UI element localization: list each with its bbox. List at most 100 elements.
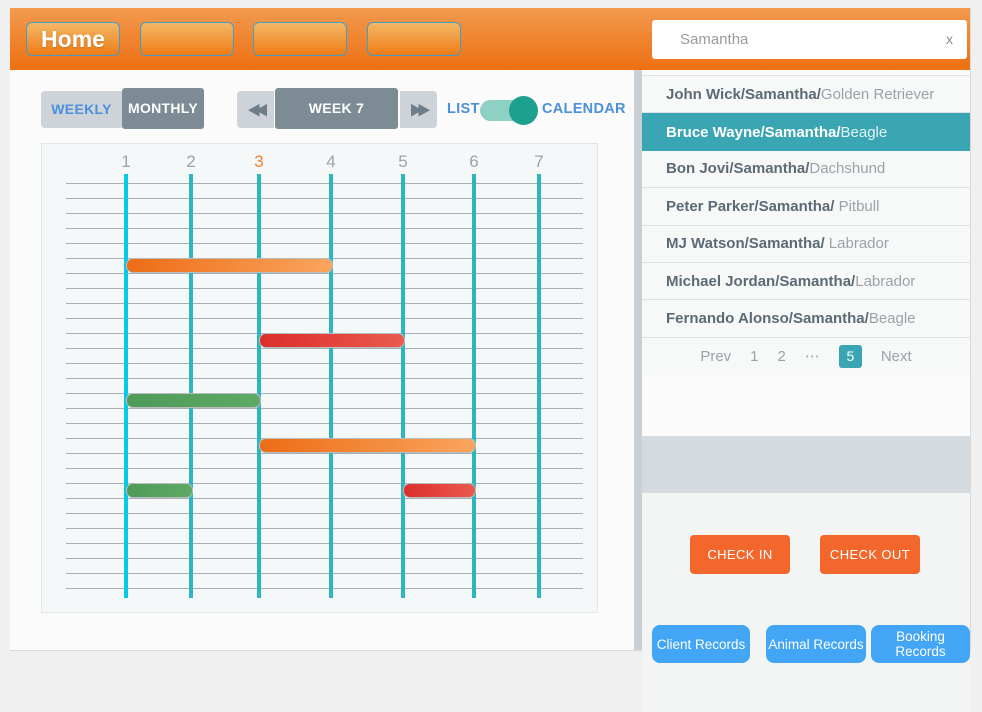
day-line-3 — [257, 174, 261, 598]
search-results-list: John Wick/Samantha/Golden RetrieverBruce… — [642, 75, 970, 375]
result-owner: MJ Watson/Samantha/ — [666, 235, 825, 252]
result-pet: Beagle — [841, 124, 888, 141]
day-label-2: 2 — [181, 152, 201, 172]
day-label-7: 7 — [529, 152, 549, 172]
result-pet: Dachshund — [809, 160, 885, 177]
gridline — [66, 213, 583, 214]
day-line-5 — [401, 174, 405, 598]
result-owner: Fernando Alonso/Samantha/ — [666, 310, 869, 327]
result-owner: Bruce Wayne/Samantha/ — [666, 124, 841, 141]
day-label-6: 6 — [464, 152, 484, 172]
weekly-tab[interactable]: WEEKLY — [41, 91, 122, 128]
nav-button-home[interactable]: Home — [26, 22, 120, 56]
double-left-arrow-icon: ◀◀ — [248, 89, 263, 130]
gridline — [66, 228, 583, 229]
day-line-6 — [472, 174, 476, 598]
list-label: LIST — [447, 101, 480, 117]
toggle-knob — [509, 96, 538, 125]
gridline — [66, 273, 583, 274]
day-line-2 — [189, 174, 193, 598]
gridline — [66, 303, 583, 304]
gridline — [66, 183, 583, 184]
pagination-prev[interactable]: Prev — [700, 348, 731, 365]
pagination-page-1[interactable]: 1 — [750, 348, 758, 365]
day-line-1 — [124, 174, 128, 598]
day-label-4: 4 — [321, 152, 341, 172]
check-in-button[interactable]: CHECK IN — [690, 535, 790, 574]
result-owner: Michael Jordan/Samantha/ — [666, 273, 855, 290]
list-calendar-toggle[interactable] — [480, 100, 534, 121]
search-clear-icon[interactable]: x — [946, 20, 953, 59]
gridline — [66, 453, 583, 454]
gridline — [66, 588, 583, 589]
gridline — [66, 528, 583, 529]
result-item[interactable]: MJ Watson/Samantha/ Labrador — [642, 226, 970, 263]
booking-bar-orange[interactable] — [259, 438, 476, 453]
gridline — [66, 408, 583, 409]
result-item[interactable]: Bon Jovi/Samantha/Dachshund — [642, 151, 970, 188]
app-window: Home x WEEKLY MONTHLY ◀◀ WEEK 7 ▶▶ LIST … — [10, 8, 971, 651]
booking-bar-orange[interactable] — [126, 258, 333, 273]
day-label-1: 1 — [116, 152, 136, 172]
client-records-button[interactable]: Client Records — [652, 625, 750, 663]
search-input[interactable] — [652, 20, 967, 59]
double-right-arrow-icon: ▶▶ — [411, 89, 426, 130]
pagination-page-active[interactable]: 5 — [839, 345, 862, 368]
day-line-4 — [329, 174, 333, 598]
nav-button-3[interactable] — [253, 22, 347, 56]
gridline — [66, 378, 583, 379]
header-bar: Home x — [10, 8, 970, 70]
sidebar-spacer — [642, 436, 970, 493]
gridline — [66, 243, 583, 244]
booking-records-button[interactable]: Booking Records — [871, 625, 970, 663]
pagination-next[interactable]: Next — [881, 348, 912, 365]
day-label-3: 3 — [249, 152, 269, 172]
result-item[interactable]: Bruce Wayne/Samantha/Beagle — [642, 113, 970, 150]
day-line-7 — [537, 174, 541, 598]
result-item[interactable]: Peter Parker/Samantha/ Pitbull — [642, 188, 970, 225]
booking-bar-red[interactable] — [403, 483, 476, 498]
booking-bar-green[interactable] — [126, 483, 193, 498]
sidebar: John Wick/Samantha/Golden RetrieverBruce… — [642, 70, 970, 650]
prev-week-button[interactable]: ◀◀ — [237, 91, 274, 128]
pagination: Prev 1 2 ⋯ 5 Next — [642, 338, 970, 375]
result-pet: Golden Retriever — [821, 86, 934, 103]
gridline — [66, 498, 583, 499]
gridline — [66, 423, 583, 424]
result-pet: Beagle — [869, 310, 916, 327]
gridline — [66, 198, 583, 199]
gridline — [66, 468, 583, 469]
nav-button-4[interactable] — [367, 22, 461, 56]
gridline — [66, 363, 583, 364]
booking-calendar-chart: 1 2 3 4 5 6 7 — [41, 143, 598, 613]
pagination-page-2[interactable]: 2 — [778, 348, 786, 365]
calendar-label: CALENDAR — [542, 101, 626, 117]
nav-button-2[interactable] — [140, 22, 234, 56]
monthly-tab[interactable]: MONTHLY — [122, 88, 204, 129]
result-owner: Peter Parker/Samantha/ — [666, 198, 834, 215]
result-item[interactable]: John Wick/Samantha/Golden Retriever — [642, 76, 970, 113]
gridline — [66, 318, 583, 319]
result-pet: Labrador — [855, 273, 915, 290]
result-item[interactable]: Fernando Alonso/Samantha/Beagle — [642, 300, 970, 337]
vertical-divider — [634, 70, 642, 650]
result-owner: Bon Jovi/Samantha/ — [666, 160, 809, 177]
day-label-5: 5 — [393, 152, 413, 172]
booking-bar-red[interactable] — [259, 333, 405, 348]
animal-records-button[interactable]: Animal Records — [766, 625, 866, 663]
check-out-button[interactable]: CHECK OUT — [820, 535, 920, 574]
result-pet: Labrador — [825, 235, 889, 252]
gridline — [66, 558, 583, 559]
week-label-button[interactable]: WEEK 7 — [275, 88, 398, 129]
actions-panel: CHECK IN CHECK OUT Client Records Animal… — [642, 493, 970, 712]
result-pet: Pitbull — [834, 198, 879, 215]
next-week-button[interactable]: ▶▶ — [400, 91, 437, 128]
gridline — [66, 288, 583, 289]
search-box: x — [652, 20, 967, 59]
gridline — [66, 573, 583, 574]
gridline — [66, 348, 583, 349]
pagination-ellipsis: ⋯ — [805, 347, 820, 365]
booking-bar-green[interactable] — [126, 393, 261, 408]
gridline — [66, 513, 583, 514]
result-item[interactable]: Michael Jordan/Samantha/Labrador — [642, 263, 970, 300]
